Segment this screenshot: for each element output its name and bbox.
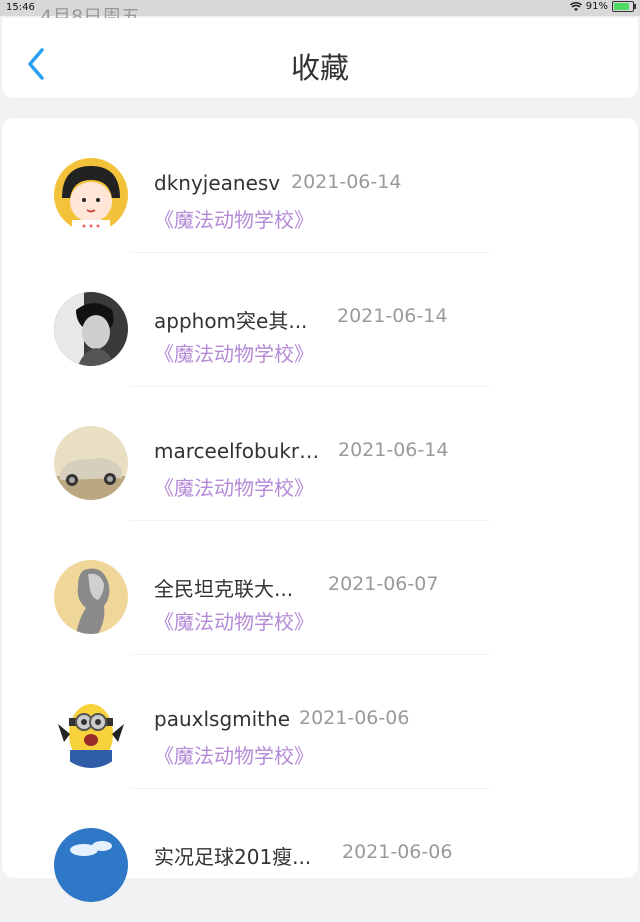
page-title: 收藏 (290, 51, 349, 85)
item-date: 2021-06-06 (342, 841, 453, 863)
book-title[interactable]: 《魔法动物学校》 (154, 740, 314, 769)
avatar (54, 560, 128, 634)
avatar (54, 426, 128, 500)
book-title[interactable]: 《魔法动物学校》 (154, 606, 314, 635)
list-item[interactable]: marceelfobukrlo... 2021-06-14 《魔法动物学校》 (2, 386, 638, 521)
item-date: 2021-06-14 (338, 439, 449, 461)
user-name: apphom突e其... (154, 309, 308, 333)
book-title[interactable]: 《魔法动物学校》 (154, 204, 314, 233)
item-date: 2021-06-07 (328, 573, 439, 595)
user-name: marceelfobukrlo... (154, 439, 324, 463)
battery-percent: 91% (585, 1, 608, 12)
user-name: dknyjeanesv (154, 171, 281, 195)
status-time: 15:46 (6, 2, 35, 13)
item-date: 2021-06-14 (337, 305, 448, 327)
status-bar: 15:46 4月8日周五 91% (0, 0, 640, 28)
list-item[interactable]: apphom突e其... 2021-06-14 《魔法动物学校》 (2, 252, 638, 387)
wifi-icon (569, 1, 582, 11)
list-item[interactable]: dknyjeanesv 2021-06-14 《魔法动物学校》 (2, 118, 638, 253)
list-item[interactable]: 全民坦克联大... 2021-06-07 《魔法动物学校》 (2, 520, 638, 655)
user-name: 实况足球201瘦... (154, 845, 312, 869)
avatar (54, 828, 128, 902)
status-right: 91% (569, 1, 636, 12)
battery-icon (612, 1, 636, 12)
avatar (54, 694, 128, 768)
nav-header: 收藏 (2, 18, 638, 98)
favorites-list: dknyjeanesv 2021-06-14 《魔法动物学校》 apphom突e… (2, 118, 638, 902)
list-item[interactable]: pauxlsgmithe 2021-06-06 《魔法动物学校》 (2, 654, 638, 789)
item-date: 2021-06-06 (299, 707, 410, 729)
avatar (54, 158, 128, 232)
book-title[interactable]: 《魔法动物学校》 (154, 338, 314, 367)
list-item[interactable]: 实况足球201瘦... 2021-06-06 (2, 788, 638, 922)
item-date: 2021-06-14 (291, 171, 402, 193)
avatar (54, 292, 128, 366)
user-name: 全民坦克联大... (154, 577, 294, 601)
book-title[interactable]: 《魔法动物学校》 (154, 472, 314, 501)
user-name: pauxlsgmithe (154, 707, 290, 731)
